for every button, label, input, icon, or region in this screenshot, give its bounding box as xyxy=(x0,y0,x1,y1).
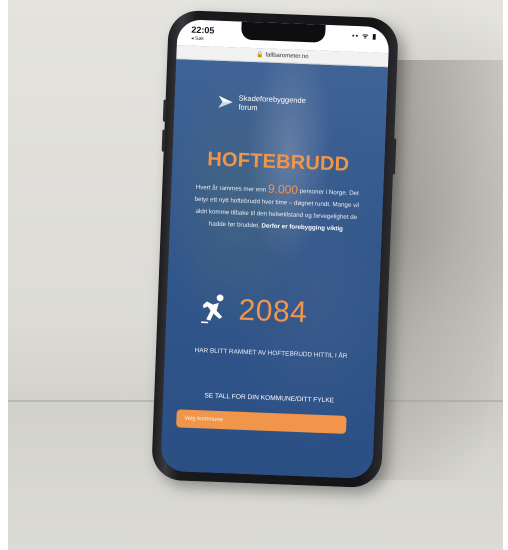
phone-screen: 22:05 ◂ Søk ▪▪ ᯤ ▮ 🔒 fallbarometer.no Sk… xyxy=(160,19,390,479)
intro-bold: Derfor er forebygging viktig xyxy=(261,222,344,233)
fall-person-icon xyxy=(201,294,224,324)
intro-text: Hvert år rammes mer enn 9.000 personer i… xyxy=(188,180,366,237)
logo-mark-icon xyxy=(218,95,233,108)
intro-part1: Hvert år rammes mer enn xyxy=(195,183,269,194)
logo-text: Skadeforebyggende forum xyxy=(238,94,306,115)
stat-row: 2084 xyxy=(198,292,308,330)
stat-number: 2084 xyxy=(237,293,308,330)
status-time: 22:05 xyxy=(191,24,215,36)
status-icons: ▪▪ ᯤ ▮ xyxy=(351,32,378,41)
back-to-search[interactable]: ◂ Søk xyxy=(191,36,204,42)
intro-number: 9.000 xyxy=(267,181,299,197)
notch xyxy=(241,21,326,43)
logo[interactable]: Skadeforebyggende forum xyxy=(216,93,306,114)
smartphone: 22:05 ◂ Søk ▪▪ ᯤ ▮ 🔒 fallbarometer.no Sk… xyxy=(151,9,399,489)
